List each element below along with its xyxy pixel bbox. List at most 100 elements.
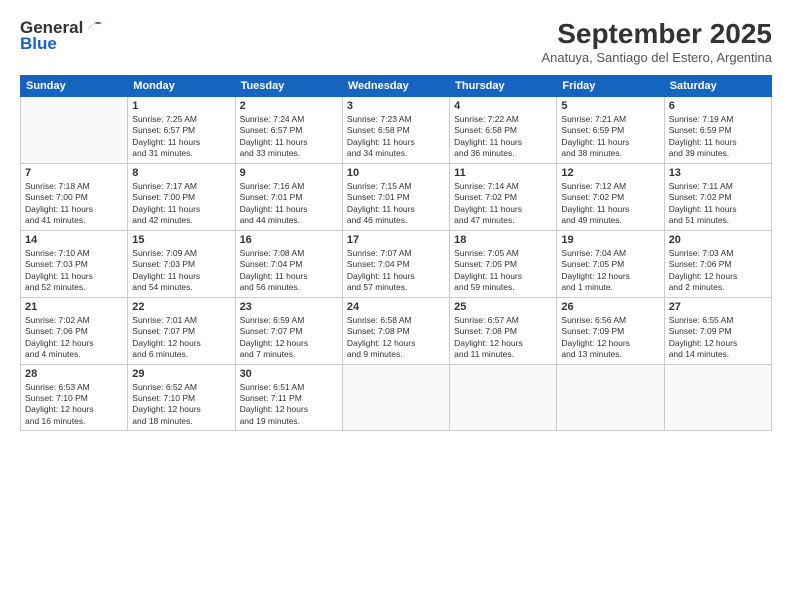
calendar-cell: 6Sunrise: 7:19 AMSunset: 6:59 PMDaylight…: [664, 97, 771, 164]
month-title: September 2025: [541, 18, 772, 50]
calendar-week-row: 7 Sunrise: 7:18 AMSunset: 7:00 PMDaylight…: [21, 163, 772, 230]
day-info: Sunrise: 7:21 AMSunset: 6:59 PMDaylight:…: [561, 114, 659, 160]
day-info: Sunrise: 6:52 AMSunset: 7:10 PMDaylight:…: [132, 382, 230, 428]
day-number: 7: [25, 167, 123, 179]
calendar-cell: 22 Sunrise: 7:01 AMSunset: 7:07 PMDayligh…: [128, 297, 235, 364]
day-info: Sunrise: 6:59 AMSunset: 7:07 PMDaylight:…: [240, 315, 338, 361]
day-info: Sunrise: 7:24 AMSunset: 6:57 PMDaylight:…: [240, 114, 338, 160]
day-number: 14: [25, 234, 123, 246]
day-info: Sunrise: 7:16 AMSunset: 7:01 PMDaylight:…: [240, 181, 338, 227]
calendar-cell: 28 Sunrise: 6:53 AMSunset: 7:10 PMDayligh…: [21, 364, 128, 431]
calendar-week-row: 28 Sunrise: 6:53 AMSunset: 7:10 PMDayligh…: [21, 364, 772, 431]
day-info: Sunrise: 7:23 AMSunset: 6:58 PMDaylight:…: [347, 114, 445, 160]
header: General Blue September 2025 Anatuya, San…: [20, 18, 772, 65]
col-monday: Monday: [128, 76, 235, 97]
day-info: Sunrise: 7:02 AMSunset: 7:06 PMDaylight:…: [25, 315, 123, 361]
day-info: Sunrise: 7:07 AMSunset: 7:04 PMDaylight:…: [347, 248, 445, 294]
day-number: 13: [669, 167, 767, 179]
calendar-cell: 10Sunrise: 7:15 AMSunset: 7:01 PMDayligh…: [342, 163, 449, 230]
calendar-week-row: 14 Sunrise: 7:10 AMSunset: 7:03 PMDayligh…: [21, 230, 772, 297]
day-info: Sunrise: 7:08 AMSunset: 7:04 PMDaylight:…: [240, 248, 338, 294]
calendar-cell: 16 Sunrise: 7:08 AMSunset: 7:04 PMDayligh…: [235, 230, 342, 297]
location-subtitle: Anatuya, Santiago del Estero, Argentina: [541, 50, 772, 65]
day-number: 1: [132, 100, 230, 112]
calendar-cell: 8Sunrise: 7:17 AMSunset: 7:00 PMDaylight…: [128, 163, 235, 230]
day-number: 12: [561, 167, 659, 179]
calendar-cell: 26 Sunrise: 6:56 AMSunset: 7:09 PMDayligh…: [557, 297, 664, 364]
calendar-cell: 19 Sunrise: 7:04 AMSunset: 7:05 PMDayligh…: [557, 230, 664, 297]
calendar-cell: [664, 364, 771, 431]
day-number: 6: [669, 100, 767, 112]
day-number: 19: [561, 234, 659, 246]
day-number: 3: [347, 100, 445, 112]
calendar-cell: 29 Sunrise: 6:52 AMSunset: 7:10 PMDayligh…: [128, 364, 235, 431]
day-info: Sunrise: 7:01 AMSunset: 7:07 PMDaylight:…: [132, 315, 230, 361]
calendar-cell: 13 Sunrise: 7:11 AMSunset: 7:02 PMDayligh…: [664, 163, 771, 230]
day-number: 27: [669, 301, 767, 313]
col-wednesday: Wednesday: [342, 76, 449, 97]
col-sunday: Sunday: [21, 76, 128, 97]
day-info: Sunrise: 7:25 AMSunset: 6:57 PMDaylight:…: [132, 114, 230, 160]
col-tuesday: Tuesday: [235, 76, 342, 97]
calendar-cell: [557, 364, 664, 431]
page: General Blue September 2025 Anatuya, San…: [0, 0, 792, 612]
day-info: Sunrise: 7:10 AMSunset: 7:03 PMDaylight:…: [25, 248, 123, 294]
day-number: 9: [240, 167, 338, 179]
calendar-cell: 11 Sunrise: 7:14 AMSunset: 7:02 PMDayligh…: [450, 163, 557, 230]
day-number: 25: [454, 301, 552, 313]
day-info: Sunrise: 7:11 AMSunset: 7:02 PMDaylight:…: [669, 181, 767, 227]
day-info: Sunrise: 7:18 AMSunset: 7:00 PMDaylight:…: [25, 181, 123, 227]
day-info: Sunrise: 6:57 AMSunset: 7:08 PMDaylight:…: [454, 315, 552, 361]
day-info: Sunrise: 6:56 AMSunset: 7:09 PMDaylight:…: [561, 315, 659, 361]
day-number: 8: [132, 167, 230, 179]
calendar-cell: 2 Sunrise: 7:24 AMSunset: 6:57 PMDaylight…: [235, 97, 342, 164]
day-number: 16: [240, 234, 338, 246]
col-saturday: Saturday: [664, 76, 771, 97]
day-number: 21: [25, 301, 123, 313]
calendar-cell: 20 Sunrise: 7:03 AMSunset: 7:06 PMDayligh…: [664, 230, 771, 297]
day-number: 24: [347, 301, 445, 313]
calendar-cell: 17 Sunrise: 7:07 AMSunset: 7:04 PMDayligh…: [342, 230, 449, 297]
day-number: 20: [669, 234, 767, 246]
day-info: Sunrise: 7:05 AMSunset: 7:05 PMDaylight:…: [454, 248, 552, 294]
day-number: 11: [454, 167, 552, 179]
day-info: Sunrise: 7:03 AMSunset: 7:06 PMDaylight:…: [669, 248, 767, 294]
day-info: Sunrise: 6:58 AMSunset: 7:08 PMDaylight:…: [347, 315, 445, 361]
day-info: Sunrise: 7:09 AMSunset: 7:03 PMDaylight:…: [132, 248, 230, 294]
day-number: 29: [132, 368, 230, 380]
day-number: 28: [25, 368, 123, 380]
title-block: September 2025 Anatuya, Santiago del Est…: [541, 18, 772, 65]
day-info: Sunrise: 7:14 AMSunset: 7:02 PMDaylight:…: [454, 181, 552, 227]
day-info: Sunrise: 7:04 AMSunset: 7:05 PMDaylight:…: [561, 248, 659, 294]
day-info: Sunrise: 6:53 AMSunset: 7:10 PMDaylight:…: [25, 382, 123, 428]
day-number: 26: [561, 301, 659, 313]
logo: General Blue: [20, 18, 103, 54]
day-info: Sunrise: 6:55 AMSunset: 7:09 PMDaylight:…: [669, 315, 767, 361]
day-number: 2: [240, 100, 338, 112]
calendar-cell: 24 Sunrise: 6:58 AMSunset: 7:08 PMDayligh…: [342, 297, 449, 364]
calendar-cell: 5 Sunrise: 7:21 AMSunset: 6:59 PMDaylight…: [557, 97, 664, 164]
calendar-cell: 23 Sunrise: 6:59 AMSunset: 7:07 PMDayligh…: [235, 297, 342, 364]
day-info: Sunrise: 7:12 AMSunset: 7:02 PMDaylight:…: [561, 181, 659, 227]
day-number: 17: [347, 234, 445, 246]
calendar-cell: 12 Sunrise: 7:12 AMSunset: 7:02 PMDayligh…: [557, 163, 664, 230]
calendar-cell: 27 Sunrise: 6:55 AMSunset: 7:09 PMDayligh…: [664, 297, 771, 364]
calendar-cell: [21, 97, 128, 164]
calendar-cell: 25 Sunrise: 6:57 AMSunset: 7:08 PMDayligh…: [450, 297, 557, 364]
calendar-header-row: Sunday Monday Tuesday Wednesday Thursday…: [21, 76, 772, 97]
calendar-cell: 4Sunrise: 7:22 AMSunset: 6:58 PMDaylight…: [450, 97, 557, 164]
logo-blue: Blue: [20, 34, 57, 54]
calendar-cell: 21 Sunrise: 7:02 AMSunset: 7:06 PMDayligh…: [21, 297, 128, 364]
day-number: 22: [132, 301, 230, 313]
calendar-cell: 14 Sunrise: 7:10 AMSunset: 7:03 PMDayligh…: [21, 230, 128, 297]
day-number: 23: [240, 301, 338, 313]
day-info: Sunrise: 6:51 AMSunset: 7:11 PMDaylight:…: [240, 382, 338, 428]
col-thursday: Thursday: [450, 76, 557, 97]
calendar-table: Sunday Monday Tuesday Wednesday Thursday…: [20, 75, 772, 431]
logo-bird-icon: [84, 21, 102, 35]
day-number: 5: [561, 100, 659, 112]
day-number: 18: [454, 234, 552, 246]
col-friday: Friday: [557, 76, 664, 97]
day-number: 4: [454, 100, 552, 112]
day-number: 10: [347, 167, 445, 179]
